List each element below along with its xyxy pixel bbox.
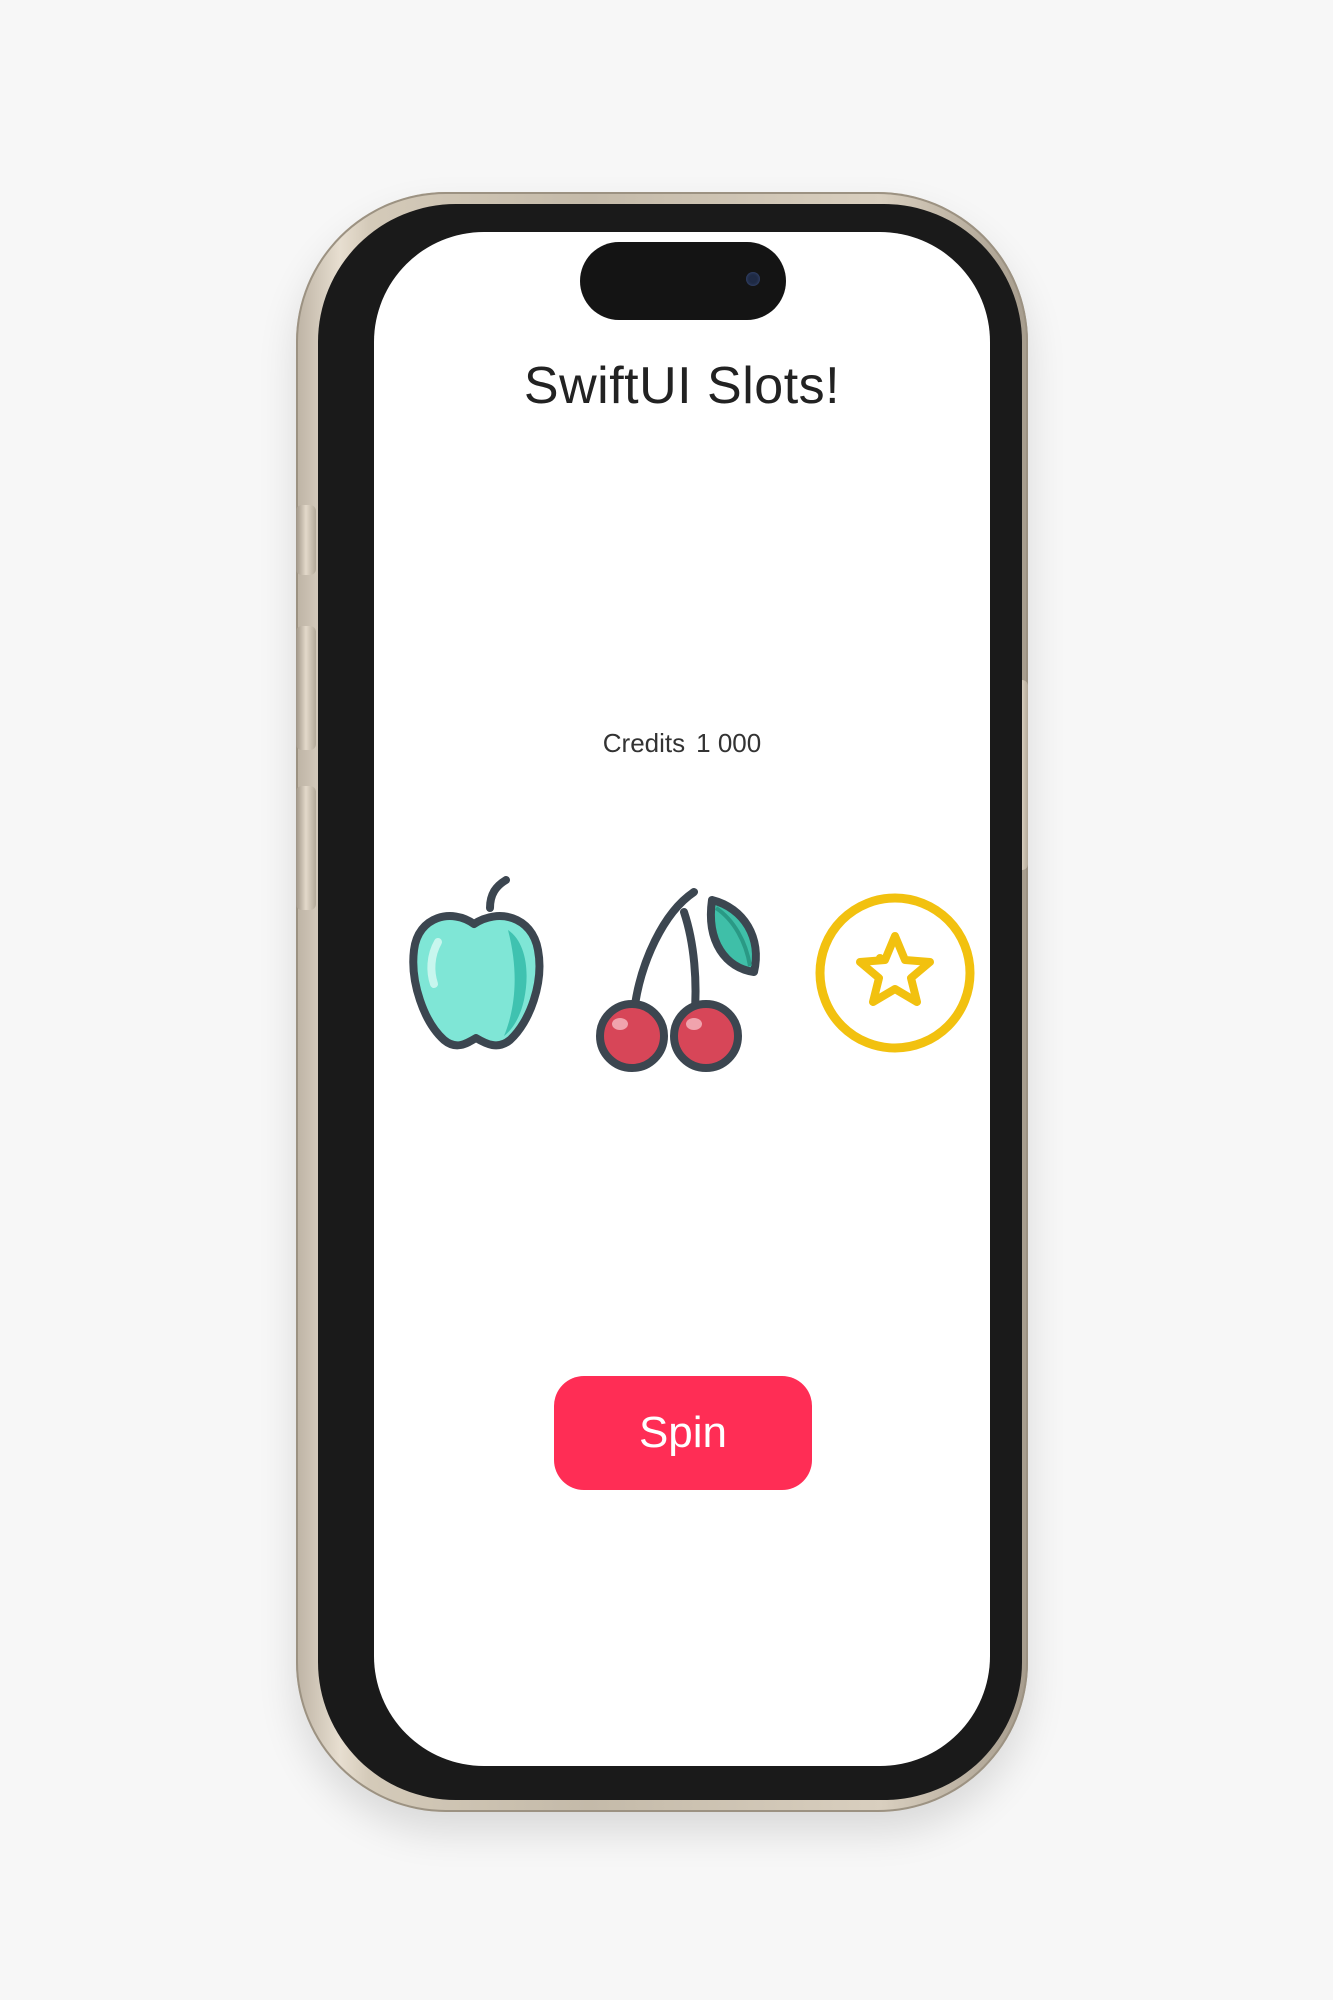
apple-icon: [409, 876, 544, 1050]
credits-value: 1 000: [696, 728, 762, 758]
credits-display: Credits 1 000: [374, 728, 990, 759]
reel-1: [404, 872, 548, 1057]
cherry-icon: [596, 888, 760, 1072]
action-button: [296, 505, 316, 575]
reel-3: [810, 878, 980, 1073]
star-icon: [815, 893, 975, 1053]
dynamic-island: [580, 242, 786, 320]
volume-up-button: [296, 626, 316, 750]
volume-down-button: [296, 786, 316, 910]
page-title: SwiftUI Slots!: [523, 357, 841, 415]
spin-button[interactable]: Spin: [554, 1376, 812, 1490]
reel-2: [594, 872, 764, 1077]
stage: SwiftUI Slots! Credits 1 000 Spin: [0, 0, 1333, 2000]
phone-screen: SwiftUI Slots! Credits 1 000 Spin: [374, 232, 990, 1766]
credits-label: Credits: [602, 728, 686, 758]
camera-icon: [746, 272, 760, 286]
